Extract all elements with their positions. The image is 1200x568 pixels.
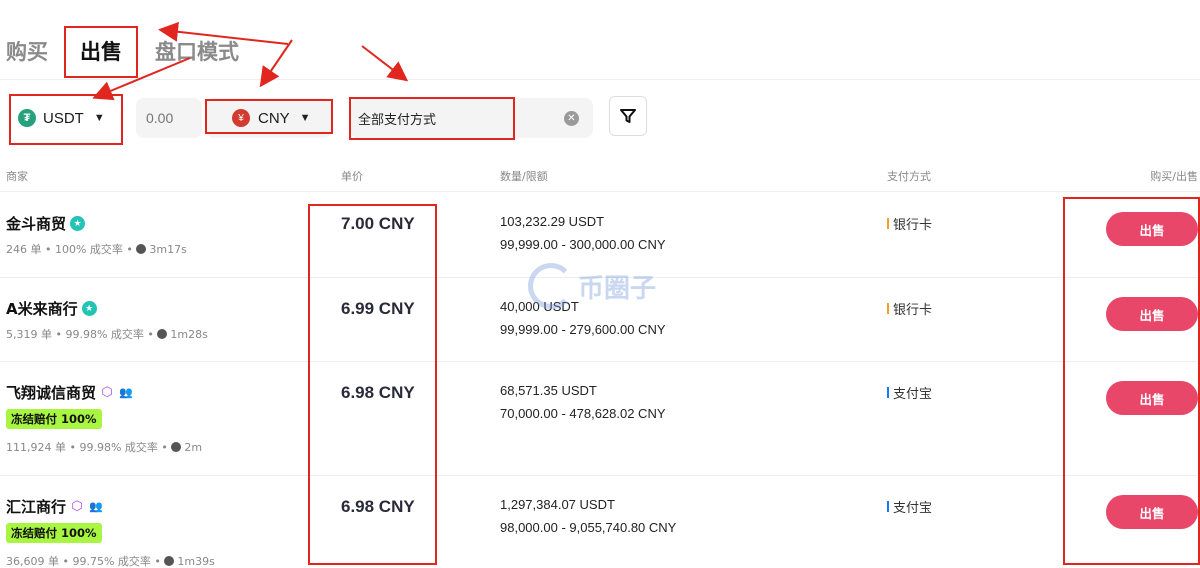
price: 6.99 CNY — [341, 299, 415, 318]
limit: 98,000.00 - 9,055,740.80 CNY — [500, 520, 677, 535]
price: 6.98 CNY — [341, 497, 415, 516]
table-row: 汇江商行 ⬡ 👥 冻结赔付 100% 36,609 单 • 99.75% 成交率… — [0, 476, 1200, 568]
table-row: 飞翔诚信商贸 ⬡ 👥 冻结赔付 100% 111,924 单 • 99.98% … — [0, 362, 1200, 476]
verified-icon: ★ — [81, 301, 97, 316]
quantity: 68,571.35 USDT — [500, 383, 597, 398]
tab-orderbook[interactable]: 盘口模式 — [155, 36, 239, 66]
person-icon: 👥 — [119, 386, 133, 399]
tab-buy[interactable]: 购买 — [6, 36, 48, 66]
payment-color-bar — [887, 218, 889, 229]
payment-method: 银行卡 — [887, 299, 932, 318]
price: 6.98 CNY — [341, 383, 415, 402]
merchant-name[interactable]: 汇江商行 ⬡ 👥 — [6, 496, 103, 517]
coin-select-value: USDT — [43, 109, 84, 127]
merchant-name[interactable]: 飞翔诚信商贸 ⬡ 👥 — [6, 382, 133, 403]
chevron-down-icon: ▼ — [93, 112, 105, 124]
clock-icon — [164, 556, 175, 566]
sell-button[interactable]: 出售 — [1106, 297, 1198, 331]
merchant-stats: 5,319 单 • 99.98% 成交率 • 1m28s — [6, 327, 208, 342]
clock-icon — [171, 442, 182, 452]
shield-icon: ⬡ — [101, 385, 113, 400]
filter-icon — [620, 109, 636, 123]
limit: 99,999.00 - 279,600.00 CNY — [500, 322, 666, 337]
quantity: 103,232.29 USDT — [500, 214, 605, 229]
payment-method: 银行卡 — [887, 214, 932, 233]
sell-button[interactable]: 出售 — [1106, 495, 1198, 529]
header-merchant: 商家 — [6, 170, 28, 183]
payment-color-bar — [887, 303, 889, 314]
clock-icon — [157, 329, 168, 339]
coin-select[interactable]: ₮ USDT ▼ — [10, 98, 122, 138]
limit: 70,000.00 - 478,628.02 CNY — [500, 406, 666, 421]
quantity: 1,297,384.07 USDT — [500, 497, 615, 512]
payment-color-bar — [887, 387, 889, 398]
compensation-badge: 冻结赔付 100% — [6, 409, 102, 429]
verified-icon: ★ — [70, 216, 86, 231]
payment-color-bar — [887, 501, 889, 512]
filter-button[interactable] — [609, 96, 647, 136]
header-action: 购买/出售 — [1150, 170, 1198, 183]
compensation-badge: 冻结赔付 100% — [6, 523, 102, 543]
usdt-icon: ₮ — [18, 109, 36, 127]
table-row: A米来商行 ★ 5,319 单 • 99.98% 成交率 • 1m28s 6.9… — [0, 278, 1200, 362]
limit: 99,999.00 - 300,000.00 CNY — [500, 237, 666, 252]
merchant-name[interactable]: A米来商行 ★ — [6, 298, 97, 319]
filter-bar: ₮ USDT ▼ ¥ CNY ▼ 全部支付方式 ✕ — [0, 96, 1200, 140]
merchant-stats: 36,609 单 • 99.75% 成交率 • 1m39s — [6, 554, 215, 568]
fiat-select-value: CNY — [258, 109, 290, 127]
clear-icon[interactable]: ✕ — [564, 110, 579, 126]
chevron-down-icon: ▼ — [299, 112, 311, 124]
merchant-stats: 246 单 • 100% 成交率 • 3m17s — [6, 242, 187, 257]
fiat-select[interactable]: ¥ CNY ▼ — [206, 98, 332, 138]
table-header: 商家 单价 数量/限额 支付方式 购买/出售 — [0, 166, 1200, 192]
price: 7.00 CNY — [341, 214, 415, 233]
header-quantity: 数量/限额 — [500, 170, 548, 183]
payment-method-value: 全部支付方式 — [358, 112, 437, 128]
clock-icon — [136, 244, 147, 254]
merchant-stats: 111,924 单 • 99.98% 成交率 • 2m — [6, 440, 203, 455]
shield-icon: ⬡ — [71, 499, 83, 514]
payment-method: 支付宝 — [887, 383, 932, 402]
person-icon: 👥 — [89, 500, 103, 513]
sell-button[interactable]: 出售 — [1106, 381, 1198, 415]
header-price: 单价 — [341, 170, 363, 183]
payment-method-select[interactable]: 全部支付方式 ✕ — [350, 98, 593, 138]
payment-method: 支付宝 — [887, 497, 932, 516]
header-payment: 支付方式 — [887, 170, 931, 183]
tab-bar: 购买 出售 盘口模式 — [0, 0, 1200, 80]
tab-sell[interactable]: 出售 — [80, 36, 122, 66]
table-row: 金斗商贸 ★ 246 单 • 100% 成交率 • 3m17s 7.00 CNY… — [0, 193, 1200, 278]
amount-input[interactable] — [136, 98, 202, 138]
cny-icon: ¥ — [232, 109, 250, 127]
quantity: 40,000 USDT — [500, 299, 579, 314]
sell-button[interactable]: 出售 — [1106, 212, 1198, 246]
merchant-name[interactable]: 金斗商贸 ★ — [6, 213, 86, 234]
